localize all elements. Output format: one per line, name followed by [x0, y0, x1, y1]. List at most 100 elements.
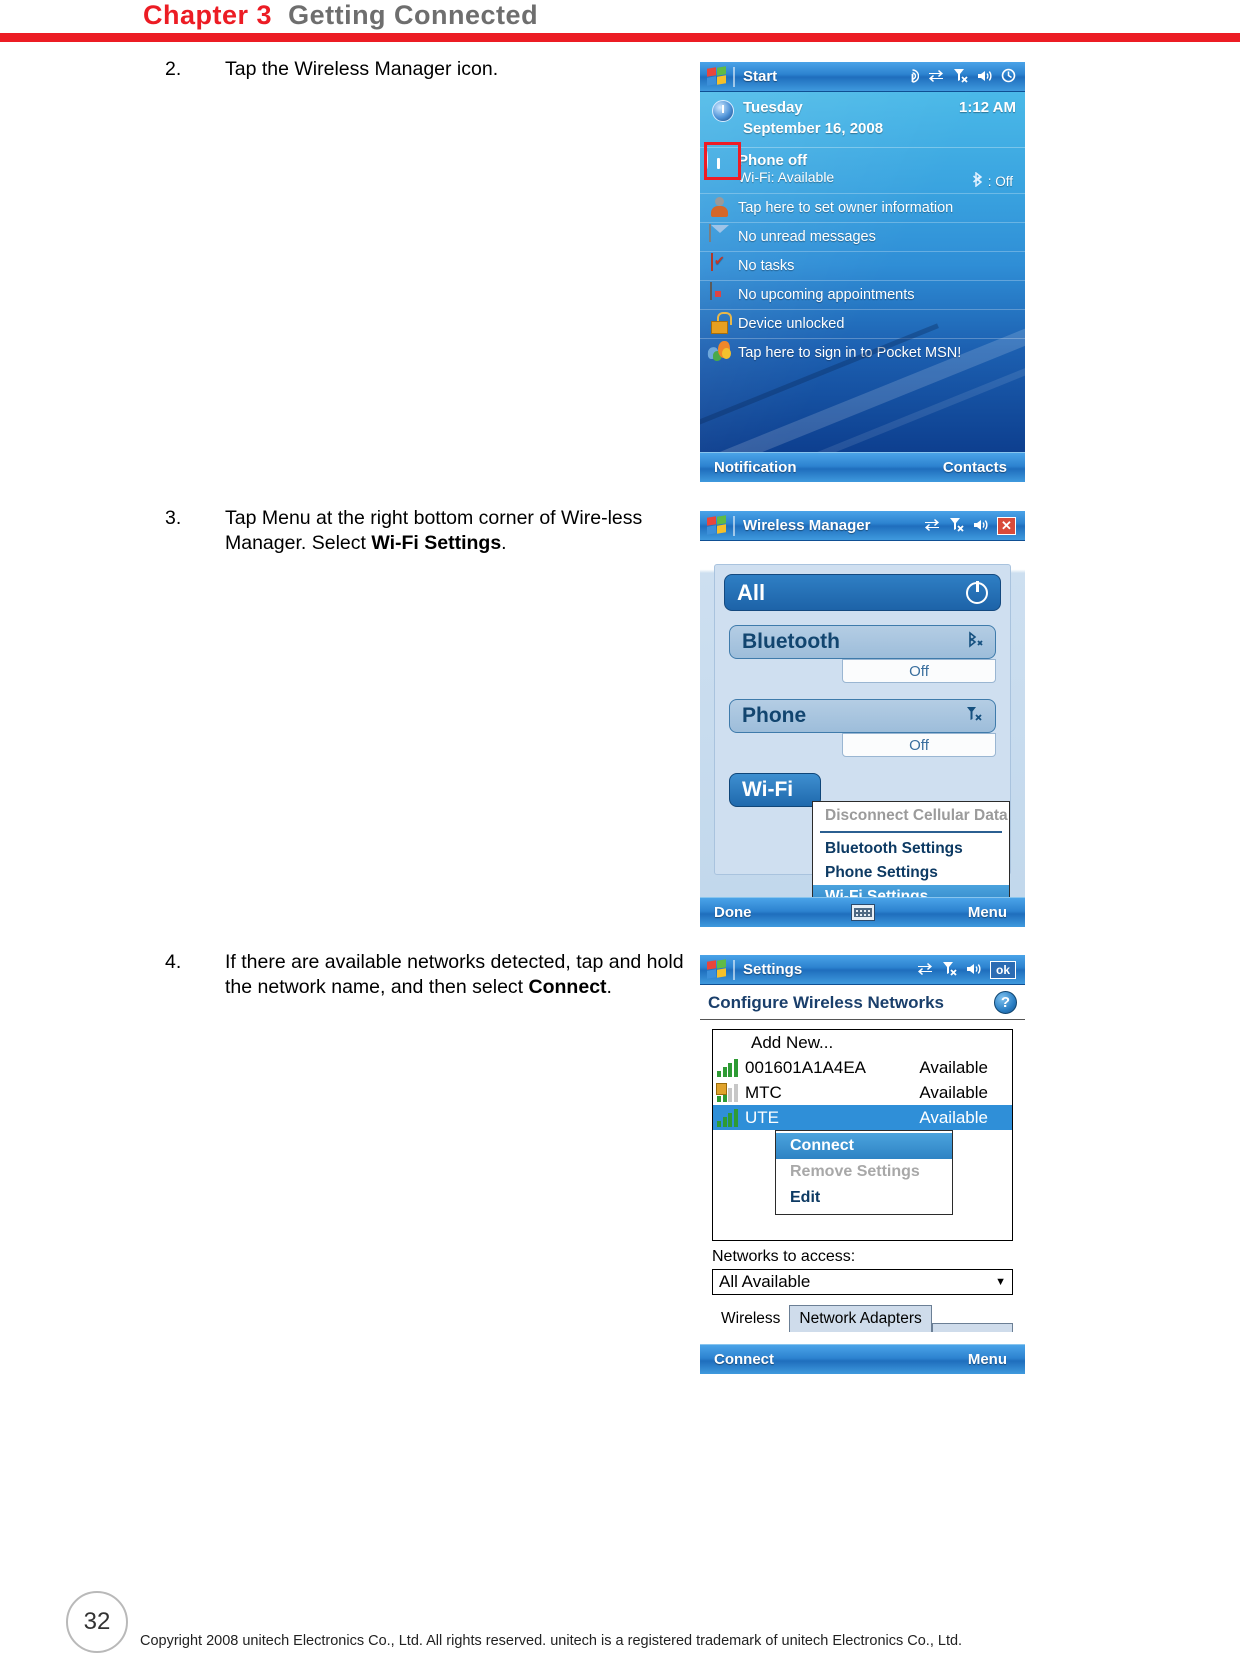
done-button[interactable]: Done	[714, 904, 752, 921]
list-item-network-selected[interactable]: UTE Available	[713, 1105, 1012, 1130]
contacts-button[interactable]: Contacts	[943, 459, 1007, 476]
step-4-text-main: If there are available networks detected…	[225, 951, 684, 998]
phone-off-icon[interactable]	[949, 517, 964, 534]
msn-butterfly-icon	[706, 341, 732, 365]
header-divider	[0, 33, 1240, 42]
settings-softbar: Connect Menu	[700, 1344, 1025, 1374]
step-4-text-end: .	[606, 975, 612, 998]
menu-item-phone-settings[interactable]: Phone Settings	[813, 861, 1009, 885]
network-list[interactable]: Add New... 001601A1A4EA Available MTC Av…	[712, 1029, 1013, 1241]
page-footer: 32 Copyright 2008 unitech Electronics Co…	[0, 1565, 1240, 1675]
wm-item-wifi[interactable]: Wi-Fi	[729, 773, 821, 807]
menu-item-disconnect-cellular-data[interactable]: Disconnect Cellular Data	[813, 804, 1009, 828]
step-3-number: 3.	[165, 507, 182, 529]
phone-off-icon[interactable]	[953, 68, 968, 85]
signal-bars-locked-icon	[716, 1083, 741, 1102]
network-name: Add New...	[751, 1032, 834, 1052]
today-row-phone[interactable]: Phone off Wi-Fi: Available : Off	[700, 148, 1025, 195]
connect-button[interactable]: Connect	[714, 1351, 774, 1368]
context-menu-item-remove-settings[interactable]: Remove Settings	[776, 1159, 952, 1185]
power-icon[interactable]	[966, 580, 988, 604]
wm-all-label: All	[737, 579, 766, 605]
titlebar-divider	[733, 959, 735, 980]
today-row-device-lock[interactable]: Device unlocked	[700, 310, 1025, 340]
networks-to-access-value: All Available	[719, 1272, 811, 1291]
phone-off-icon[interactable]	[942, 961, 957, 978]
volume-icon[interactable]	[977, 69, 992, 85]
today-row-owner[interactable]: Tap here to set owner information	[700, 194, 1025, 224]
page-title: Configure Wireless Networks	[708, 992, 945, 1012]
chapter-label: Chapter 3	[143, 0, 273, 30]
start-label[interactable]: Start	[743, 68, 777, 85]
list-item-network[interactable]: 001601A1A4EA Available	[713, 1055, 1012, 1080]
menu-item-bluetooth-settings[interactable]: Bluetooth Settings	[813, 837, 1009, 861]
list-item-network[interactable]: MTC Available	[713, 1080, 1012, 1105]
today-time: 1:12 AM	[959, 99, 1016, 116]
list-item-add-new[interactable]: Add New...	[713, 1030, 1012, 1055]
networks-to-access-select[interactable]: All Available ▼	[712, 1269, 1013, 1295]
windows-flag-icon[interactable]	[706, 959, 728, 979]
close-icon[interactable]: ✕	[997, 516, 1016, 535]
wm-softbar: Done Menu	[700, 897, 1025, 927]
chevron-down-icon[interactable]: ▼	[995, 1276, 1006, 1288]
notification-button[interactable]: Notification	[714, 459, 797, 476]
connectivity-icon[interactable]	[917, 962, 933, 978]
today-date-row[interactable]: Tuesday September 16, 2008 1:12 AM	[700, 92, 1025, 149]
windows-flag-icon[interactable]	[706, 515, 728, 535]
step-4: 4. If there are available networks detec…	[165, 950, 684, 1000]
context-menu-item-edit[interactable]: Edit	[776, 1185, 952, 1211]
wm-wifi-label: Wi-Fi	[742, 778, 794, 801]
sync-icon[interactable]	[1001, 68, 1016, 85]
wm-phone-status-label: Off	[909, 736, 929, 754]
today-row-tasks[interactable]: No tasks	[700, 252, 1025, 282]
titlebar-divider	[733, 515, 735, 536]
settings-page-header: Configure Wireless Networks ?	[700, 985, 1025, 1020]
today-row-appointments[interactable]: No upcoming appointments	[700, 281, 1025, 311]
header-title: Chapter 3 Getting Connected	[143, 0, 538, 31]
step-4-text: If there are available networks detected…	[225, 950, 690, 1000]
step-2: 2. Tap the Wireless Manager icon.	[165, 57, 695, 82]
wm-item-phone[interactable]: Phone	[729, 699, 996, 733]
connectivity-icon[interactable]	[924, 518, 940, 534]
wifi-status-label: Wi-Fi: Available	[738, 169, 835, 186]
signal-icon	[706, 151, 732, 176]
wifi-signal-icon[interactable]	[906, 68, 920, 85]
settings-body: Configure Wireless Networks ? Add New...…	[700, 985, 1025, 1344]
today-row-messages[interactable]: No unread messages	[700, 223, 1025, 253]
person-icon	[706, 196, 732, 220]
tasks-label: No tasks	[738, 258, 795, 275]
menu-button[interactable]: Menu	[968, 904, 1007, 921]
connectivity-icon[interactable]	[928, 69, 944, 85]
phone-status-label: Phone off	[738, 152, 808, 170]
menu-button[interactable]: Menu	[968, 1351, 1007, 1368]
today-titlebar: Start	[700, 62, 1025, 92]
network-context-menu: Connect Remove Settings Edit	[775, 1130, 953, 1215]
calendar-icon	[706, 282, 732, 307]
keyboard-icon[interactable]	[850, 904, 875, 921]
wm-all-row[interactable]: All	[724, 574, 1001, 611]
ok-button[interactable]: ok	[989, 960, 1016, 979]
help-icon[interactable]: ?	[994, 991, 1017, 1014]
tab-wireless[interactable]: Wireless	[712, 1306, 790, 1332]
context-menu-item-connect[interactable]: Connect	[776, 1133, 952, 1159]
windows-flag-icon[interactable]	[706, 66, 728, 86]
today-row-msn[interactable]: Tap here to sign in to Pocket MSN!	[700, 339, 1025, 367]
wm-item-bluetooth[interactable]: Bluetooth	[729, 625, 996, 659]
wm-bluetooth-status-label: Off	[909, 662, 929, 680]
wm-phone-label: Phone	[742, 704, 807, 727]
copyright-notice: Copyright 2008 unitech Electronics Co., …	[140, 1633, 963, 1649]
step-4-number: 4.	[165, 951, 182, 973]
wm-body: All Bluetooth Off Phone Off Wi-Fi Discon…	[700, 541, 1025, 897]
envelope-icon	[706, 224, 732, 249]
settings-titlebar-status-icons: ok	[917, 960, 1021, 979]
today-date-text: Tuesday September 16, 2008	[743, 98, 883, 139]
device-lock-label: Device unlocked	[738, 316, 845, 333]
tab-network-adapters[interactable]: Network Adapters	[789, 1305, 932, 1332]
step-3-text-end: .	[501, 531, 507, 554]
volume-icon[interactable]	[966, 962, 981, 978]
network-status: Available	[919, 1082, 988, 1102]
volume-icon[interactable]	[973, 518, 988, 534]
bluetooth-off-icon	[965, 630, 983, 654]
wm-bluetooth-label: Bluetooth	[742, 630, 840, 653]
menu-item-wifi-settings[interactable]: Wi-Fi Settings	[813, 884, 1009, 897]
